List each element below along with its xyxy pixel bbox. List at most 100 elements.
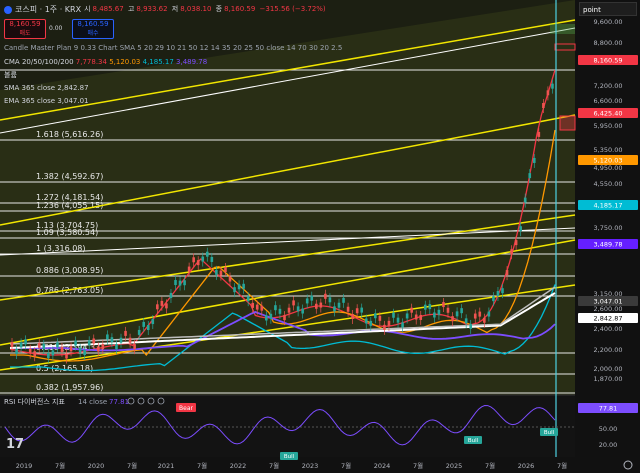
candle-body — [74, 340, 77, 346]
price-badge-value: 6,425.40 — [594, 110, 623, 118]
candle-body — [478, 311, 482, 317]
ohlc-open: 8,485.67 — [92, 5, 124, 13]
symbol-name[interactable]: 코스피 · 1주 · KRX — [15, 5, 81, 14]
candle-body — [314, 303, 318, 309]
candle-body — [310, 295, 314, 301]
candle-body — [192, 257, 195, 263]
price-axis-tick: 4,950.00 — [594, 164, 623, 172]
candle-body — [255, 304, 259, 310]
rsi-indicator-label: RSI 다이버전스 지표 — [4, 397, 65, 406]
buy-button[interactable]: 8,160.59 매수 — [72, 19, 114, 39]
candle-body — [78, 347, 82, 353]
price-axis-tick: 2,000.00 — [594, 365, 623, 373]
indicator-ema365[interactable]: EMA 365 close 3,047.01 — [4, 97, 89, 106]
time-axis-tick: 2019 — [16, 462, 33, 470]
indicator-volume[interactable]: 볼륨 — [4, 71, 17, 80]
ohlc-close: 8,160.59 — [224, 5, 256, 13]
candle-body — [260, 305, 264, 311]
candle-body — [292, 300, 295, 306]
fib-level-label: 0.382 (1,957.96) — [36, 383, 103, 392]
candle-body — [473, 313, 477, 319]
candle-body — [169, 292, 173, 298]
symbol-header: 코스피 · 1주 · KRX 시 8,485.67 고 8,933.62 저 8,03… — [4, 5, 328, 14]
price-axis-tick: 2,400.00 — [594, 325, 623, 333]
candle-body — [401, 322, 404, 328]
sma365-value: 2,842.87 — [57, 84, 89, 92]
candle-body — [242, 283, 245, 289]
candle-body — [196, 260, 200, 266]
candle-body — [205, 251, 209, 257]
candle-body — [551, 83, 554, 89]
kospi-symbol-icon — [4, 5, 12, 14]
cma-value-50: 5,120.03 — [109, 58, 141, 66]
candle-body — [110, 337, 114, 343]
candle-body — [364, 318, 368, 324]
time-axis-tick: 2020 — [88, 462, 105, 470]
candle-body — [496, 291, 500, 297]
price-axis-tick: 1,870.00 — [594, 375, 623, 383]
indicator-candle-master-plan[interactable]: Candle Master Plan 9 0.33 Chart SMA 5 20… — [4, 44, 342, 53]
candle-body — [528, 173, 532, 179]
candle-body — [514, 240, 518, 246]
candle-body — [237, 284, 241, 290]
candle-body — [187, 266, 191, 272]
point-tool-button[interactable]: point — [579, 2, 637, 16]
candle-body — [532, 157, 536, 163]
cma-value-20: 7,778.34 — [75, 58, 107, 66]
fib-level-label: 0.5 (2,165.18) — [36, 364, 93, 373]
sell-button[interactable]: 8,160.59 매도 — [4, 19, 46, 39]
candle-body — [165, 303, 168, 309]
time-axis-tick: 2026 — [518, 462, 535, 470]
ohlc-high: 8,933.62 — [136, 5, 168, 13]
price-badge-value: 5,120.03 — [594, 157, 623, 165]
candle-body — [405, 313, 409, 319]
sma365-label: SMA 365 close — [4, 84, 56, 92]
spread-value: 0.00 — [49, 25, 63, 32]
candle-body — [324, 293, 327, 299]
rsi-bull-label: Bull — [284, 454, 295, 460]
candle-body — [333, 306, 336, 312]
candle-body — [201, 256, 205, 262]
price-axis-tick: 2,200.00 — [594, 346, 623, 354]
candle-body — [510, 249, 513, 255]
candle-body — [505, 270, 509, 276]
price-badge-value: 3,047.01 — [594, 298, 623, 306]
candle-body — [251, 302, 255, 308]
indicator-sma365[interactable]: SMA 365 close 2,842.87 — [4, 84, 89, 93]
price-axis-tick: 5,350.00 — [594, 146, 623, 154]
rsi-axis-tick: 20.00 — [599, 441, 618, 449]
candle-body — [151, 319, 155, 325]
candle-body — [346, 306, 350, 312]
chart-canvas[interactable]: 1.618 (5,616.26)1.382 (4,592.67)1.272 (4… — [0, 0, 640, 473]
candle-body — [378, 315, 382, 321]
time-axis-tick: 2024 — [374, 462, 391, 470]
time-axis-tick: 7월 — [413, 461, 423, 470]
fib-level-label: 1.236 (4,055.15) — [36, 201, 103, 210]
ohlc-low: 8,038.10 — [180, 5, 212, 13]
cma-value-200: 3,489.78 — [176, 58, 208, 66]
candle-body — [301, 308, 304, 314]
time-axis-tick: 7월 — [197, 461, 207, 470]
price-axis-tick: 8,800.00 — [594, 39, 623, 47]
candle-body — [433, 312, 436, 318]
candle-body — [224, 266, 227, 272]
resistance-zone-mid — [559, 115, 576, 131]
candle-body — [83, 350, 86, 356]
price-change: −315.56 (−3.72%) — [259, 5, 326, 13]
candle-body — [210, 256, 214, 262]
candle-body — [287, 307, 291, 313]
candle-body — [464, 318, 468, 324]
candle-body — [523, 197, 527, 203]
fib-level-label: 0.886 (3,008.95) — [36, 266, 103, 275]
tradingview-logo: 17 — [6, 437, 25, 452]
candle-body — [383, 324, 386, 330]
candle-body — [451, 316, 454, 322]
candle-body — [342, 297, 345, 303]
rsi-bull-label: Bull — [468, 438, 479, 444]
candle-body — [419, 314, 423, 320]
time-axis-tick: 7월 — [557, 461, 567, 470]
candle-body — [142, 321, 146, 327]
time-axis-tick: 7월 — [127, 461, 137, 470]
indicator-cma[interactable]: CMA 20/50/100/200 7,778.34 5,120.03 4,18… — [4, 58, 207, 67]
rsi-bull-label: Bull — [544, 430, 555, 436]
